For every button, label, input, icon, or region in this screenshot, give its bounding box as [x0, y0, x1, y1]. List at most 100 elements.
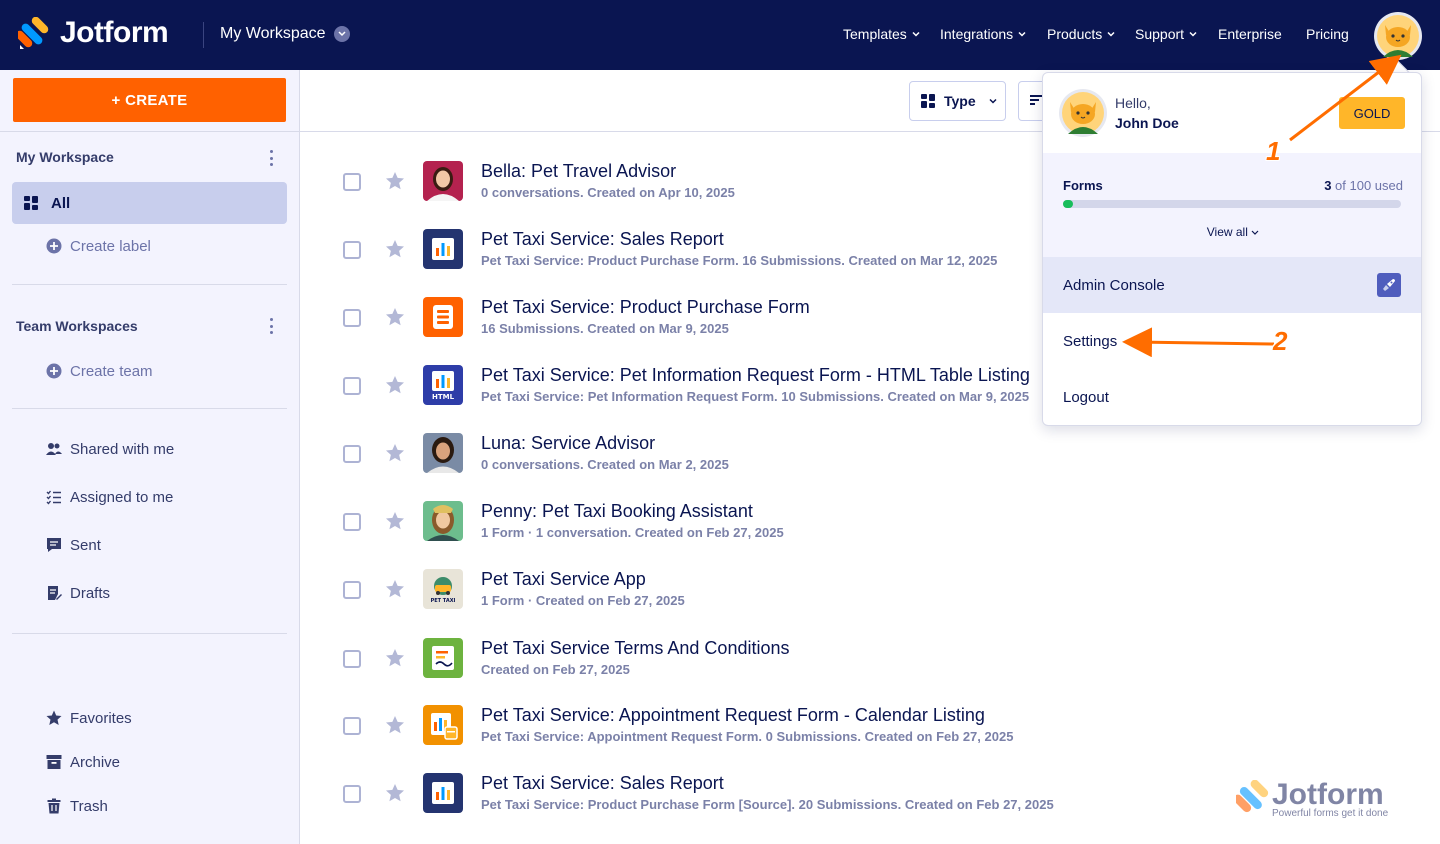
sidebar-item-all[interactable]: All: [12, 182, 287, 224]
kebab-menu-icon[interactable]: [266, 150, 276, 166]
top-navigation-bar: Jotform My Workspace Templates Integrati…: [0, 0, 1440, 70]
sidebar-item-shared-with-me[interactable]: Shared with me: [12, 428, 287, 470]
thumbnail-text: PET TAXI: [430, 598, 456, 604]
grid-icon: [24, 196, 38, 210]
app-thumbnail[interactable]: PET TAXI: [423, 569, 463, 609]
list-item[interactable]: Pet Taxi Service: Appointment Request Fo…: [300, 699, 1440, 767]
row-checkbox[interactable]: [343, 650, 361, 668]
nav-integrations[interactable]: Integrations: [940, 26, 1026, 42]
logout-menu-item[interactable]: Logout: [1063, 389, 1109, 406]
list-item[interactable]: Pet Taxi Service Terms And Conditions Cre…: [300, 632, 1440, 700]
favorite-star-icon[interactable]: [385, 648, 405, 668]
favorite-star-icon[interactable]: [385, 579, 405, 599]
sidebar-item-trash[interactable]: Trash: [12, 785, 287, 827]
row-checkbox[interactable]: [343, 513, 361, 531]
sidebar-item-archive[interactable]: Archive: [12, 741, 287, 783]
sign-thumbnail[interactable]: [423, 638, 463, 678]
sidebar-item-sent[interactable]: Sent: [12, 524, 287, 566]
list-item[interactable]: Luna: Service Advisor 0 conversations. Cr…: [300, 427, 1440, 495]
favorite-star-icon[interactable]: [385, 783, 405, 803]
sidebar-item-create-team[interactable]: Create team: [12, 350, 287, 392]
nav-products[interactable]: Products: [1047, 26, 1115, 42]
item-title[interactable]: Penny: Pet Taxi Booking Assistant: [481, 501, 753, 522]
favorite-star-icon[interactable]: [385, 715, 405, 735]
settings-menu-item[interactable]: Settings: [1063, 333, 1117, 350]
favorite-star-icon[interactable]: [385, 171, 405, 191]
sidebar: + CREATE My Workspace All Create label T…: [0, 70, 300, 844]
item-title[interactable]: Pet Taxi Service: Sales Report: [481, 773, 724, 794]
usage-progress-bar: [1063, 200, 1401, 208]
plan-badge[interactable]: GOLD: [1339, 97, 1405, 129]
row-checkbox[interactable]: [343, 581, 361, 599]
item-title[interactable]: Bella: Pet Travel Advisor: [481, 161, 676, 182]
item-title[interactable]: Luna: Service Advisor: [481, 433, 655, 454]
users-icon: [46, 443, 62, 455]
nav-enterprise[interactable]: Enterprise: [1218, 26, 1282, 42]
checklist-icon: [46, 490, 61, 505]
calendar-thumbnail[interactable]: [423, 705, 463, 745]
sidebar-item-label: Drafts: [70, 584, 111, 602]
report-thumbnail[interactable]: [423, 773, 463, 813]
avatar-woman-thumbnail[interactable]: [423, 161, 463, 201]
row-checkbox[interactable]: [343, 717, 361, 735]
sidebar-item-label: Trash: [70, 797, 108, 815]
chevron-down-icon: [1107, 31, 1115, 37]
item-subtitle: 0 conversations. Created on Apr 10, 2025: [481, 185, 735, 200]
favorite-star-icon[interactable]: [385, 375, 405, 395]
avatar-woman3-thumbnail[interactable]: [423, 501, 463, 541]
item-title[interactable]: Pet Taxi Service: Sales Report: [481, 229, 724, 250]
sidebar-item-label: Archive: [70, 753, 121, 771]
item-title[interactable]: Pet Taxi Service: Appointment Request Fo…: [481, 705, 985, 726]
favorite-star-icon[interactable]: [385, 307, 405, 327]
sidebar-item-label: All: [51, 194, 71, 212]
sidebar-item-create-label[interactable]: Create label: [12, 225, 287, 267]
sidebar-item-favorites[interactable]: Favorites: [12, 697, 287, 739]
item-title[interactable]: Pet Taxi Service: Pet Information Reques…: [481, 365, 1030, 386]
row-checkbox[interactable]: [343, 377, 361, 395]
item-subtitle: Pet Taxi Service: Pet Information Reques…: [481, 389, 1030, 404]
watermark-logo: Jotform Powerful forms get it done: [1236, 778, 1416, 824]
sidebar-item-assigned-to-me[interactable]: Assigned to me: [12, 476, 287, 518]
form-thumbnail[interactable]: [423, 297, 463, 337]
nav-pricing[interactable]: Pricing: [1306, 26, 1349, 42]
report-thumbnail[interactable]: [423, 229, 463, 269]
nav-support[interactable]: Support: [1135, 26, 1197, 42]
sidebar-item-drafts[interactable]: Drafts: [12, 572, 287, 614]
html-thumbnail[interactable]: HTML: [423, 365, 463, 405]
item-subtitle: 16 Submissions. Created on Mar 9, 2025: [481, 321, 729, 336]
jotform-logo-icon: [1236, 780, 1269, 813]
row-checkbox[interactable]: [343, 785, 361, 803]
favorite-star-icon[interactable]: [385, 511, 405, 531]
item-title[interactable]: Pet Taxi Service App: [481, 569, 646, 590]
row-checkbox[interactable]: [343, 241, 361, 259]
cat-avatar-icon: [1377, 15, 1419, 57]
account-avatar-button[interactable]: [1374, 12, 1422, 60]
jotform-logo[interactable]: Jotform: [15, 16, 169, 50]
list-item[interactable]: PET TAXI Pet Taxi Service App 1 Form · Cre…: [300, 563, 1440, 631]
favorite-star-icon[interactable]: [385, 443, 405, 463]
archive-box-icon: [46, 755, 62, 769]
item-title[interactable]: Pet Taxi Service Terms And Conditions: [481, 638, 790, 659]
my-workspace-heading: My Workspace: [16, 149, 114, 165]
item-subtitle: 1 Form · Created on Feb 27, 2025: [481, 593, 685, 608]
workspace-switcher[interactable]: My Workspace: [220, 25, 350, 43]
row-checkbox[interactable]: [343, 309, 361, 327]
item-subtitle: Pet Taxi Service: Product Purchase Form.…: [481, 253, 998, 268]
row-checkbox[interactable]: [343, 445, 361, 463]
create-button[interactable]: + CREATE: [13, 78, 286, 122]
account-user-header: Hello, John Doe GOLD: [1043, 73, 1421, 153]
item-title[interactable]: Pet Taxi Service: Product Purchase Form: [481, 297, 810, 318]
list-item[interactable]: Penny: Pet Taxi Booking Assistant 1 Form …: [300, 495, 1440, 563]
row-checkbox[interactable]: [343, 173, 361, 191]
sidebar-item-label: Shared with me: [70, 440, 175, 458]
chevron-down-icon: [912, 31, 920, 37]
kebab-menu-icon[interactable]: [266, 318, 276, 334]
item-subtitle: 1 Form · 1 conversation. Created on Feb …: [481, 525, 784, 540]
type-filter-dropdown[interactable]: Type: [909, 81, 1006, 121]
favorite-star-icon[interactable]: [385, 239, 405, 259]
avatar-woman2-thumbnail[interactable]: [423, 433, 463, 473]
view-all-link[interactable]: View all: [1043, 225, 1421, 239]
thumbnail-text: HTML: [431, 393, 455, 401]
admin-console-item[interactable]: Admin Console: [1043, 257, 1421, 313]
nav-templates[interactable]: Templates: [843, 26, 920, 42]
